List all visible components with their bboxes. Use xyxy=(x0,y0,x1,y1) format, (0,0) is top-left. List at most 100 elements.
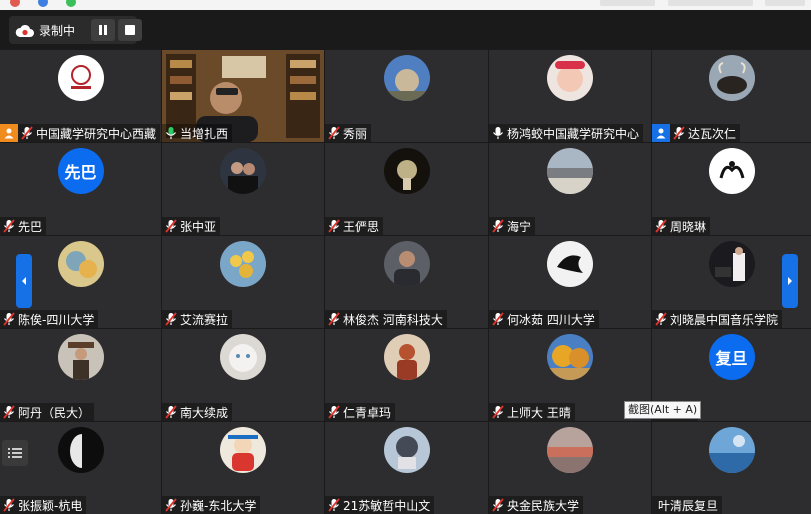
participant-tile[interactable]: 仁青卓玛 xyxy=(325,329,488,421)
avatar xyxy=(220,148,266,194)
participant-tile[interactable]: 张中亚 xyxy=(162,143,324,235)
pause-icon xyxy=(99,25,107,35)
participant-name: 秀丽 xyxy=(343,126,368,141)
participant-namebar: 达瓦次仁 xyxy=(652,124,741,142)
mic-muted-icon xyxy=(0,403,18,421)
participant-tile[interactable]: 当增扎西 xyxy=(162,50,324,142)
window-dot-icon xyxy=(66,0,76,7)
tab-pill[interactable] xyxy=(765,0,805,6)
participant-namebar: 杨鸿蛟中国藏学研究中心 xyxy=(489,124,644,142)
stop-icon xyxy=(125,25,135,35)
window-top-strip xyxy=(0,0,811,10)
mic-muted-icon xyxy=(325,124,343,142)
participant-tile[interactable]: 21苏敏哲中山文 xyxy=(325,422,488,514)
participant-name: 当增扎西 xyxy=(180,126,229,141)
participant-tile[interactable]: 王俨思 xyxy=(325,143,488,235)
participant-namebar: 张中亚 xyxy=(162,217,221,235)
participant-namebar: 先巴 xyxy=(0,217,47,235)
list-icon xyxy=(8,448,22,458)
participant-name: 王俨思 xyxy=(343,219,380,234)
participant-namebar: 陈俟-四川大学 xyxy=(0,310,99,328)
avatar xyxy=(547,427,593,473)
mic-muted-icon xyxy=(325,217,343,235)
participant-tile[interactable]: 中国藏学研究中心西藏 xyxy=(0,50,161,142)
avatar xyxy=(708,427,755,473)
participant-tile[interactable]: 孙巍-东北大学 xyxy=(162,422,324,514)
next-page-button[interactable] xyxy=(782,254,798,308)
participant-name: 何冰茹 四川大学 xyxy=(507,312,595,327)
participant-namebar: 秀丽 xyxy=(325,124,372,142)
chevron-right-icon xyxy=(788,277,792,285)
tab-pill[interactable] xyxy=(668,0,753,6)
participant-tile[interactable]: 艾流赛拉 xyxy=(162,236,324,328)
host-badge-icon xyxy=(0,124,18,142)
participant-name: 南大续成 xyxy=(180,405,229,420)
avatar xyxy=(57,241,104,287)
participant-name: 达瓦次仁 xyxy=(688,126,737,141)
recording-label: 录制中 xyxy=(39,24,76,38)
mic-muted-icon xyxy=(652,310,670,328)
stop-recording-button[interactable] xyxy=(118,19,142,41)
participant-namebar: 张振颖-杭电 xyxy=(0,496,87,514)
pause-recording-button[interactable] xyxy=(91,19,115,41)
participant-tile[interactable]: 周晓琳 xyxy=(652,143,811,235)
mic-muted-icon xyxy=(489,310,507,328)
participant-tile[interactable]: 阿丹（民大） xyxy=(0,329,161,421)
participant-name: 刘晓晨中国音乐学院 xyxy=(670,312,779,327)
participant-namebar: 阿丹（民大） xyxy=(0,403,95,421)
chevron-left-icon xyxy=(22,277,26,285)
cohost-badge-icon xyxy=(652,124,670,142)
participant-tile[interactable]: 南大续成 xyxy=(162,329,324,421)
participant-name: 杨鸿蛟中国藏学研究中心 xyxy=(507,126,640,141)
participant-tile[interactable]: 央金民族大学 xyxy=(489,422,651,514)
mic-muted-icon xyxy=(489,496,507,514)
tab-pill[interactable] xyxy=(600,0,655,6)
participant-namebar: 刘晓晨中国音乐学院 xyxy=(652,310,783,328)
participant-tile[interactable]: 何冰茹 四川大学 xyxy=(489,236,651,328)
mic-muted-icon xyxy=(162,310,180,328)
mic-muted-icon xyxy=(325,403,343,421)
avatar xyxy=(57,427,104,473)
avatar xyxy=(220,241,266,287)
participant-tile[interactable]: 叶清辰复旦 xyxy=(652,422,811,514)
avatar xyxy=(547,334,593,380)
avatar xyxy=(708,55,755,101)
window-dot-icon xyxy=(10,0,20,7)
avatar xyxy=(383,427,430,473)
prev-page-button[interactable] xyxy=(16,254,32,308)
participant-namebar: 当增扎西 xyxy=(162,124,233,142)
participant-tile[interactable]: 张振颖-杭电 xyxy=(0,422,161,514)
recording-bar: 录制中 xyxy=(9,16,142,44)
participant-namebar: 叶清辰复旦 xyxy=(652,496,723,514)
participant-list-button[interactable] xyxy=(2,440,28,466)
avatar xyxy=(708,148,755,194)
participant-tile[interactable]: 达瓦次仁 xyxy=(652,50,811,142)
participant-tile[interactable]: 海宁 xyxy=(489,143,651,235)
avatar xyxy=(57,334,104,380)
participant-name: 21苏敏哲中山文 xyxy=(343,498,431,513)
participant-tile[interactable]: 杨鸿蛟中国藏学研究中心 xyxy=(489,50,651,142)
mic-muted-icon xyxy=(162,217,180,235)
window-dot-icon xyxy=(38,0,48,7)
mic-muted-icon xyxy=(18,124,36,142)
participant-tile[interactable]: 秀丽 xyxy=(325,50,488,142)
avatar xyxy=(547,148,593,194)
participant-tile[interactable]: 先巴 先巴 xyxy=(0,143,161,235)
avatar-initials: 复旦 xyxy=(708,334,755,380)
participant-tile[interactable]: 林俊杰 河南科技大 xyxy=(325,236,488,328)
participant-namebar: 王俨思 xyxy=(325,217,384,235)
avatar xyxy=(383,55,430,101)
participant-namebar: 南大续成 xyxy=(162,403,233,421)
participant-namebar: 艾流赛拉 xyxy=(162,310,233,328)
mic-muted-icon xyxy=(0,310,18,328)
participant-namebar: 中国藏学研究中心西藏 xyxy=(0,124,161,142)
participant-name: 张中亚 xyxy=(180,219,217,234)
participant-name: 艾流赛拉 xyxy=(180,312,229,327)
cloud-record-icon xyxy=(15,23,35,42)
mic-muted-icon xyxy=(162,496,180,514)
mic-on-icon xyxy=(162,124,180,142)
participant-name: 叶清辰复旦 xyxy=(658,498,719,513)
participant-name: 阿丹（民大） xyxy=(18,405,91,420)
participant-name: 林俊杰 河南科技大 xyxy=(343,312,443,327)
participant-namebar: 央金民族大学 xyxy=(489,496,584,514)
